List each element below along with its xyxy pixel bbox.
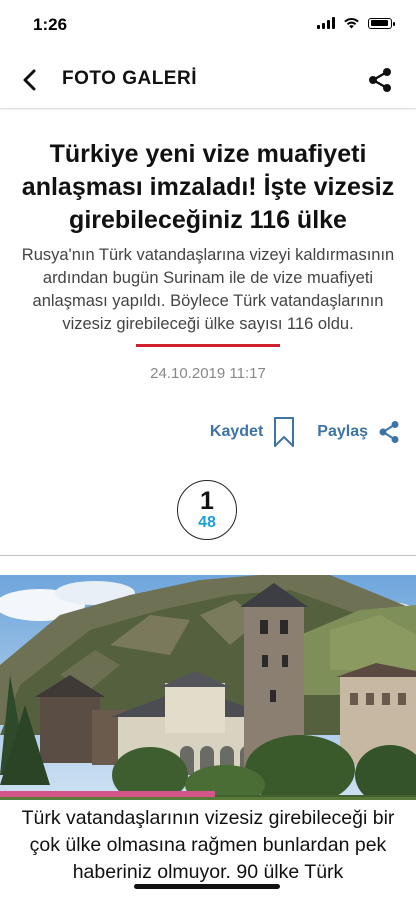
gallery-current-index: 1: [200, 487, 214, 515]
cellular-signal-icon: [317, 17, 335, 29]
article-summary: Rusya'nın Türk vatandaşlarına vizeyi kal…: [21, 246, 395, 333]
save-button[interactable]: Kaydet: [210, 416, 295, 448]
battery-icon: [368, 17, 395, 29]
home-indicator: [134, 884, 280, 889]
gallery-photo[interactable]: [0, 575, 416, 800]
save-label: Kaydet: [209, 423, 264, 440]
church-landscape-image: [0, 575, 416, 800]
article-actions: Kaydet Paylaş: [210, 416, 400, 448]
share-button[interactable]: Paylaş: [317, 420, 400, 444]
status-icons: [317, 17, 395, 29]
photo-caption: Türk vatandaşlarının vizesiz girebileceğ…: [21, 807, 395, 883]
section-divider: [0, 555, 416, 556]
status-bar: 1:26: [0, 0, 416, 50]
status-time: 1:26: [33, 15, 68, 34]
gallery-total-count: 48: [198, 514, 216, 531]
article-headline: Türkiye yeni vize muafiyeti anlaşması im…: [21, 140, 395, 234]
share-icon: [369, 68, 391, 92]
back-button[interactable]: [16, 66, 44, 94]
page-title: FOTO GALERİ: [62, 68, 197, 89]
share-label: Paylaş: [317, 423, 368, 440]
nav-bar: FOTO GALERİ: [0, 50, 416, 109]
share-icon: [379, 421, 399, 443]
gallery-counter: 1 48: [177, 480, 237, 540]
accent-divider: [136, 344, 280, 347]
wifi-icon: [344, 18, 359, 29]
publish-date: 24.10.2019 11:17: [150, 365, 266, 382]
header-share-button[interactable]: [366, 66, 394, 94]
bookmark-icon: [274, 417, 295, 447]
chevron-left-icon: [23, 69, 36, 91]
